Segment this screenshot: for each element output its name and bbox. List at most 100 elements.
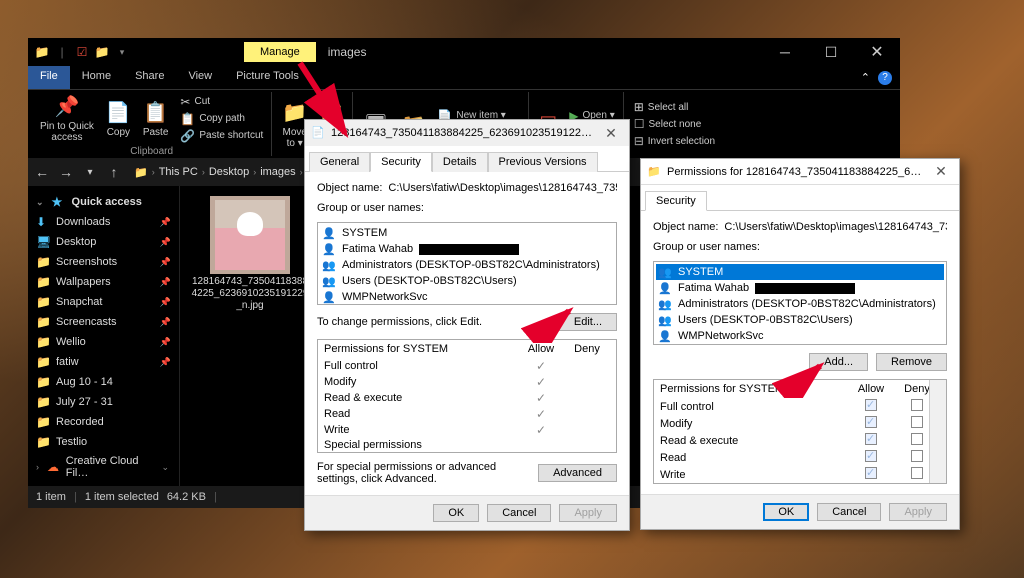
close-button[interactable]: ✕ [854,38,900,66]
deny-checkbox[interactable] [911,416,923,428]
deny-checkbox[interactable] [911,467,923,479]
tab-file[interactable]: File [28,66,70,89]
dialog-close-button[interactable]: ✕ [929,163,953,180]
sidebar-wallpapers[interactable]: 📁Wallpapers📌 [28,272,179,292]
sidebar-recorded[interactable]: 📁Recorded [28,412,179,432]
crumb-desktop[interactable]: Desktop [209,166,249,178]
ribbon-collapse-icon[interactable]: ⌃ [861,71,870,84]
dialog-close-button[interactable]: ✕ [599,125,623,142]
dialog-body: Object name: C:\Users\fatiw\Desktop\imag… [641,211,959,494]
copy-path-button[interactable]: 📋Copy path [178,111,265,127]
advanced-button[interactable]: Advanced [538,464,617,482]
crumb-images[interactable]: images [260,166,295,178]
ribbon-group-select: ⊞Select all ☐Select none ⊟Invert selecti… [626,92,723,156]
list-item[interactable]: 👤WMPNetworkSvc [320,289,614,305]
sidebar-snapchat[interactable]: 📁Snapchat📌 [28,292,179,312]
users-listbox[interactable]: 👤SYSTEM 👤Fatima Wahab 👥Administrators (D… [317,222,617,305]
allow-checkbox[interactable] [865,433,877,445]
edit-button[interactable]: Edit... [559,313,617,331]
list-item[interactable]: 👥Administrators (DESKTOP-0BST82C\Adminis… [320,257,614,273]
perm-row: Modify✓ [318,374,616,390]
pin-button[interactable]: 📌Pin to Quick access [38,92,96,145]
tab-security[interactable]: Security [645,191,707,211]
group-icon: 👥 [322,274,336,288]
file-item[interactable]: 128164743_735041183884225_62369102351912… [190,196,310,312]
paste-shortcut-button[interactable]: 🔗Paste shortcut [178,128,265,144]
sidebar-screenshots[interactable]: 📁Screenshots📌 [28,252,179,272]
allow-checkbox[interactable] [865,416,877,428]
sidebar-creative-cloud[interactable]: ›☁Creative Cloud Fil…⌄ [28,452,179,482]
sidebar-desktop[interactable]: 🖥Desktop📌 [28,232,179,252]
apply-button[interactable]: Apply [559,504,617,522]
tab-home[interactable]: Home [70,66,123,89]
user-icon: 👤 [658,281,672,295]
copy-button[interactable]: 📄Copy [104,98,133,140]
tab-view[interactable]: View [176,66,224,89]
checkbox-qat-icon[interactable]: ☑ [74,44,90,60]
cancel-button[interactable]: Cancel [487,504,551,522]
sidebar-fatiw[interactable]: 📁fatiw📌 [28,352,179,372]
ok-button[interactable]: OK [433,504,479,522]
tab-security[interactable]: Security [370,152,432,172]
back-button[interactable]: ← [32,164,52,180]
forward-button[interactable]: → [56,164,76,180]
allow-checkbox[interactable] [865,467,877,479]
permissions-dialog: 📁 Permissions for 128164743_735041183884… [640,158,960,530]
deny-checkbox[interactable] [911,433,923,445]
sidebar-screencasts[interactable]: 📁Screencasts📌 [28,312,179,332]
tab-picture-tools[interactable]: Picture Tools [224,66,311,89]
invert-selection-button[interactable]: ⊟Invert selection [632,133,717,149]
recent-dropdown[interactable]: ▾ [80,167,100,178]
folder-qat-icon[interactable]: 📁 [94,44,110,60]
perm-row: Full control [654,398,946,415]
manage-contextual-tab[interactable]: Manage [244,42,316,62]
allow-checkbox[interactable] [865,399,877,411]
sidebar-downloads[interactable]: ⬇Downloads📌 [28,212,179,232]
cut-button[interactable]: ✂Cut [178,94,265,110]
allow-checkbox[interactable] [865,450,877,462]
deny-checkbox[interactable] [911,399,923,411]
help-icon[interactable]: ? [878,71,892,85]
sidebar-wellio[interactable]: 📁Wellio📌 [28,332,179,352]
remove-button[interactable]: Remove [876,353,947,371]
tab-previous-versions[interactable]: Previous Versions [488,152,598,172]
select-none-button[interactable]: ☐Select none [632,116,717,132]
list-item[interactable]: 👤SYSTEM [320,225,614,241]
crumb-thispc[interactable]: This PC [159,166,198,178]
list-item[interactable]: 👤Fatima Wahab [320,241,614,257]
address-bar[interactable]: 📁 › This PC › Desktop › images › [128,164,309,181]
sidebar-july27[interactable]: 📁July 27 - 31 [28,392,179,412]
maximize-button[interactable]: ☐ [808,38,854,66]
up-button[interactable]: ↑ [104,164,124,180]
list-item[interactable]: 👥Users (DESKTOP-0BST82C\Users) [656,312,944,328]
group-icon: 👥 [658,313,672,327]
permissions-table: Permissions for SYSTEM Allow Deny Full c… [653,379,947,484]
special-perms-label: For special permissions or advanced sett… [317,461,532,485]
sidebar-quick-access[interactable]: ⌄★Quick access [28,192,179,212]
add-button[interactable]: Add... [809,353,868,371]
tab-general[interactable]: General [309,152,370,172]
deny-header: Deny [894,383,940,395]
minimize-button[interactable]: ─ [762,38,808,66]
select-all-button[interactable]: ⊞Select all [632,99,717,115]
list-item[interactable]: 👤WMPNetworkSvc [656,328,944,344]
cancel-button[interactable]: Cancel [817,503,881,521]
perm-row: Read & execute✓ [318,390,616,406]
tab-details[interactable]: Details [432,152,488,172]
change-perms-label: To change permissions, click Edit. [317,316,553,328]
ok-button[interactable]: OK [763,503,809,521]
apply-button[interactable]: Apply [889,503,947,521]
sidebar-testlio[interactable]: 📁Testlio [28,432,179,452]
deny-checkbox[interactable] [911,450,923,462]
list-item[interactable]: 👤Fatima Wahab [656,280,944,296]
list-item-selected[interactable]: 👥SYSTEM [656,264,944,280]
paste-button[interactable]: 📋Paste [141,98,171,140]
tab-share[interactable]: Share [123,66,176,89]
qat-dropdown-icon[interactable]: ▾ [114,44,130,60]
list-item[interactable]: 👥Users (DESKTOP-0BST82C\Users) [320,273,614,289]
allow-header: Allow [848,383,894,395]
list-item[interactable]: 👥Administrators (DESKTOP-0BST82C\Adminis… [656,296,944,312]
object-name-value: C:\Users\fatiw\Desktop\images\128164743_… [388,182,617,194]
sidebar-aug10[interactable]: 📁Aug 10 - 14 [28,372,179,392]
users-listbox[interactable]: 👥SYSTEM 👤Fatima Wahab 👥Administrators (D… [653,261,947,345]
